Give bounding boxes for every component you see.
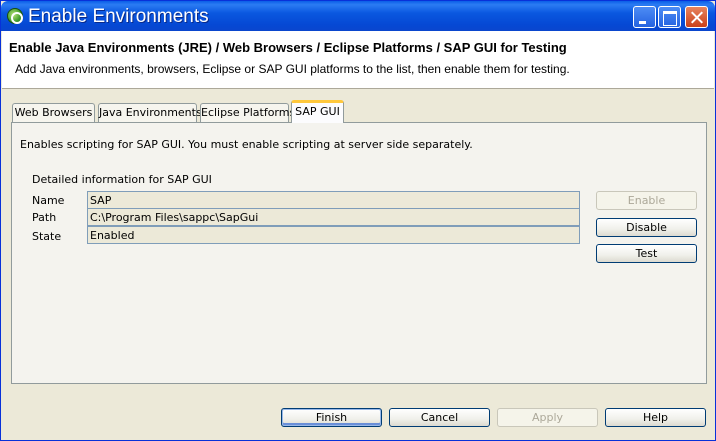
header-title: Enable Java Environments (JRE) / Web Bro… xyxy=(9,40,567,55)
tab-sap-gui[interactable]: SAP GUI xyxy=(291,100,344,123)
apply-button[interactable]: Apply xyxy=(497,408,598,427)
tab-java-environments[interactable]: Java Environments xyxy=(98,103,202,122)
finish-button[interactable]: Finish xyxy=(281,408,382,427)
test-button[interactable]: Test xyxy=(596,244,697,263)
name-label: Name xyxy=(32,194,65,207)
enable-button[interactable]: Enable xyxy=(596,191,697,210)
help-button[interactable]: Help xyxy=(605,408,706,427)
path-label: Path xyxy=(32,211,57,224)
sap-gui-panel: Enables scripting for SAP GUI. You must … xyxy=(11,122,707,384)
wizard-header: Enable Java Environments (JRE) / Web Bro… xyxy=(2,31,714,89)
tab-eclipse-platforms[interactable]: Eclipse Platforms xyxy=(200,103,295,122)
title-bar[interactable]: Enable Environments xyxy=(1,1,715,31)
window-title: Enable Environments xyxy=(28,6,209,27)
disable-button[interactable]: Disable xyxy=(596,218,697,237)
tab-web-browsers[interactable]: Web Browsers xyxy=(12,103,95,122)
app-icon xyxy=(7,8,23,24)
minimize-button[interactable] xyxy=(633,6,656,28)
header-description: Add Java environments, browsers, Eclipse… xyxy=(15,62,570,76)
path-field: C:\Program Files\sappc\SapGui xyxy=(87,208,580,226)
cancel-button[interactable]: Cancel xyxy=(389,408,490,427)
maximize-button[interactable] xyxy=(658,6,681,28)
enable-environments-window: Enable Environments Enable Java Environm… xyxy=(0,0,716,441)
name-field: SAP xyxy=(87,191,580,209)
state-label: State xyxy=(32,230,62,243)
close-button[interactable] xyxy=(685,6,708,28)
state-field: Enabled xyxy=(87,226,580,244)
panel-note: Enables scripting for SAP GUI. You must … xyxy=(20,138,473,151)
detail-title: Detailed information for SAP GUI xyxy=(32,173,212,186)
